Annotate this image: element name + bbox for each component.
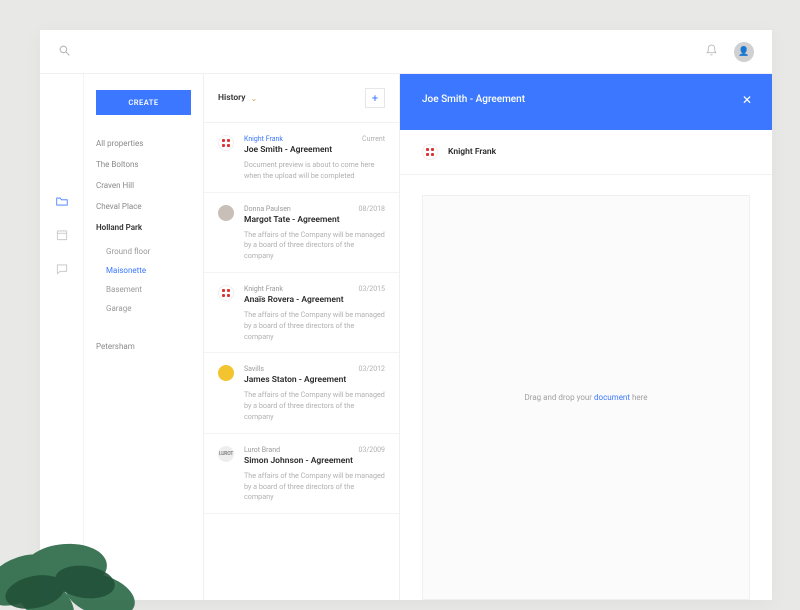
history-desc: The affairs of the Company will be manag…: [244, 310, 385, 342]
company-logo-icon: [218, 285, 234, 301]
sidebar-item-all-properties[interactable]: All properties: [96, 133, 191, 154]
history-column: History ⌄ + Knight Frank Current Joe Smi…: [204, 74, 400, 600]
icon-rail: [40, 74, 84, 600]
history-doc-title: Anaïs Rovera - Agreement: [244, 295, 385, 305]
history-doc-title: Joe Smith - Agreement: [244, 145, 385, 155]
history-desc: Document preview is about to come here w…: [244, 160, 385, 182]
sidebar-item-craven-hill[interactable]: Craven Hill: [96, 175, 191, 196]
detail-panel: Joe Smith - Agreement ✕ Knight Frank Dra…: [400, 74, 772, 600]
sidebar-subitem-ground-floor[interactable]: Ground floor: [106, 242, 191, 261]
detail-subheader: Knight Frank: [400, 130, 772, 175]
company-logo-icon: LUROT: [218, 446, 234, 462]
history-company: Donna Paulsen: [244, 205, 291, 213]
company-logo-icon: [422, 144, 438, 160]
history-date: 03/2015: [359, 285, 386, 293]
history-list: Knight Frank Current Joe Smith - Agreeme…: [204, 123, 399, 600]
upload-dropzone[interactable]: Drag and drop your document here: [422, 195, 750, 600]
history-company: Savills: [244, 365, 264, 373]
history-desc: The affairs of the Company will be manag…: [244, 390, 385, 422]
topbar: 👤: [40, 30, 772, 74]
sidebar-item-holland-park[interactable]: Holland Park: [96, 217, 191, 238]
avatar[interactable]: 👤: [734, 42, 754, 62]
main-area: CREATE All properties The Boltons Craven…: [40, 74, 772, 600]
chevron-down-icon[interactable]: ⌄: [251, 94, 258, 103]
close-icon[interactable]: ✕: [742, 94, 752, 106]
history-doc-title: Margot Tate - Agreement: [244, 215, 385, 225]
history-title: History: [218, 93, 246, 103]
history-header: History ⌄ +: [204, 74, 399, 123]
detail-header: Joe Smith - Agreement ✕: [400, 74, 772, 130]
history-doc-title: James Staton - Agreement: [244, 375, 385, 385]
sidebar-subitem-garage[interactable]: Garage: [106, 299, 191, 318]
calendar-icon[interactable]: [55, 228, 69, 242]
history-date: 03/2012: [359, 365, 386, 373]
history-desc: The affairs of the Company will be manag…: [244, 230, 385, 262]
person-avatar-icon: [218, 205, 234, 221]
notifications-icon[interactable]: [705, 42, 718, 61]
history-company: Knight Frank: [244, 285, 283, 293]
dropzone-text-prefix: Drag and drop your: [525, 393, 594, 402]
dropzone-link[interactable]: document: [594, 393, 630, 402]
sidebar-item-the-boltons[interactable]: The Boltons: [96, 154, 191, 175]
sidebar-item-cheval-place[interactable]: Cheval Place: [96, 196, 191, 217]
company-logo-icon: [218, 135, 234, 151]
detail-company: Knight Frank: [448, 147, 496, 157]
history-desc: The affairs of the Company will be manag…: [244, 471, 385, 503]
create-button[interactable]: CREATE: [96, 90, 191, 115]
add-button[interactable]: +: [365, 88, 385, 108]
sidebar-sublist: Ground floor Maisonette Basement Garage: [96, 242, 191, 318]
search-icon[interactable]: [58, 42, 71, 61]
history-doc-title: Simon Johnson - Agreement: [244, 456, 385, 466]
sidebar: CREATE All properties The Boltons Craven…: [84, 74, 204, 600]
sidebar-subitem-maisonette[interactable]: Maisonette: [106, 261, 191, 280]
company-logo-icon: [218, 365, 234, 381]
history-date: 03/2009: [359, 446, 386, 454]
history-item[interactable]: Savills 03/2012 James Staton - Agreement…: [204, 353, 399, 433]
chat-icon[interactable]: [55, 262, 69, 276]
history-item[interactable]: Donna Paulsen 08/2018 Margot Tate - Agre…: [204, 193, 399, 273]
history-date: 08/2018: [359, 205, 386, 213]
sidebar-subitem-basement[interactable]: Basement: [106, 280, 191, 299]
history-date: Current: [362, 135, 385, 143]
history-company: Knight Frank: [244, 135, 283, 143]
history-item[interactable]: Knight Frank 03/2015 Anaïs Rovera - Agre…: [204, 273, 399, 353]
detail-title: Joe Smith - Agreement: [422, 94, 525, 105]
history-item[interactable]: LUROT Lurot Brand 03/2009 Simon Johnson …: [204, 434, 399, 514]
folder-icon[interactable]: [55, 194, 69, 208]
app-window: 👤 CREATE All properties The Boltons Crav…: [40, 30, 772, 600]
history-company: Lurot Brand: [244, 446, 280, 454]
dropzone-text-suffix: here: [630, 393, 648, 402]
history-item[interactable]: Knight Frank Current Joe Smith - Agreeme…: [204, 123, 399, 193]
sidebar-item-petersham[interactable]: Petersham: [96, 336, 191, 357]
